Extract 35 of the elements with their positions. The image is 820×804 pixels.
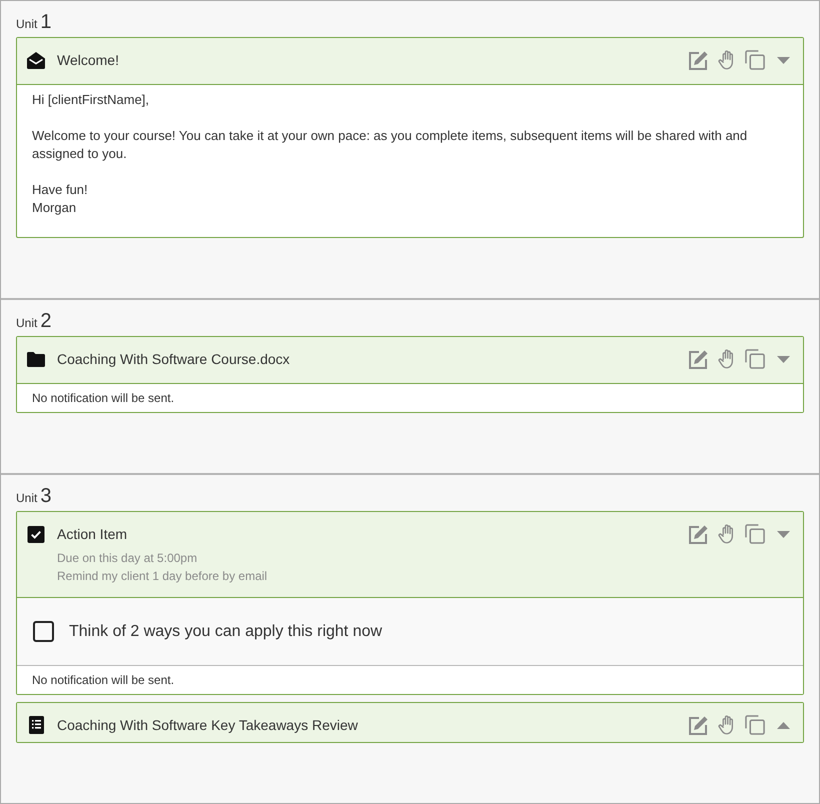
notification-notice: No notification will be sent. (17, 665, 803, 694)
unit-label: Unit (16, 315, 38, 332)
schedule-text: Due on this day at 5:00pm (57, 550, 198, 567)
message-text: Hi [clientFirstName], (32, 91, 150, 109)
list-document-icon (29, 716, 44, 734)
message-text: Have fun! (32, 181, 89, 199)
edit-icon[interactable] (689, 349, 709, 369)
item-title: Action Item (57, 526, 128, 542)
unit-number: 1 (40, 10, 52, 34)
unit-number: 3 (40, 484, 52, 508)
schedule-text: Remind my client 1 day before by email (57, 568, 268, 585)
folder-icon (27, 350, 45, 368)
item-title: Coaching With Software Course.docx (57, 351, 290, 367)
caret-icon[interactable] (777, 530, 790, 538)
caret-icon[interactable] (777, 356, 790, 362)
unit-label: Unit (16, 490, 38, 507)
message-text: Welcome to your course! You can take it at your own pace: as you complete items, subsequent items will be shared with and assigned to you. (32, 127, 748, 163)
edit-icon[interactable] (689, 50, 709, 70)
task-label: Think of 2 ways you can apply this right now (69, 622, 382, 640)
item-title: Welcome! (57, 52, 119, 68)
copy-icon[interactable] (745, 349, 765, 369)
unit-number: 2 (40, 309, 52, 333)
task-checkbox[interactable] (33, 621, 54, 642)
message-text: Morgan (32, 199, 78, 217)
caret-icon[interactable] (777, 722, 790, 728)
checkmark-square-icon (27, 526, 45, 542)
edit-icon[interactable] (689, 715, 709, 735)
copy-icon[interactable] (745, 524, 765, 544)
caret-icon[interactable] (777, 56, 790, 64)
edit-icon[interactable] (689, 524, 709, 544)
item-title: Coaching With Software Key Takeaways Review (57, 717, 358, 733)
unit-label: Unit (16, 16, 38, 33)
copy-icon[interactable] (745, 50, 765, 70)
envelope-icon (27, 52, 45, 68)
copy-icon[interactable] (745, 715, 765, 735)
